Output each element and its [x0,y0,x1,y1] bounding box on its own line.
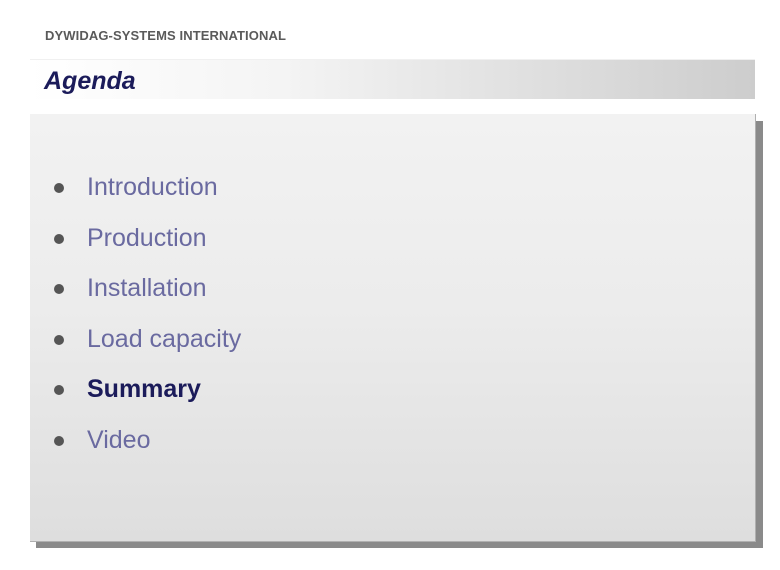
agenda-item-label: Production [87,223,207,252]
company-name: DYWIDAG-SYSTEMS INTERNATIONAL [45,28,286,43]
content-panel: Introduction Production Installation Loa… [30,114,756,542]
bullet-icon [54,284,64,294]
agenda-item-label: Summary [87,375,201,403]
title-bar: Agenda [30,59,755,99]
bullet-icon [54,183,64,193]
agenda-item-label: Introduction [87,173,218,201]
agenda-item-label: Installation [87,274,207,302]
bullet-icon [54,385,64,395]
agenda-item-label: Load capacity [87,324,242,353]
slide-title: Agenda [44,67,136,95]
bullet-icon [54,334,64,345]
bullet-icon [54,435,64,446]
agenda-item-label: Video [87,425,151,454]
bullet-icon [54,233,64,244]
